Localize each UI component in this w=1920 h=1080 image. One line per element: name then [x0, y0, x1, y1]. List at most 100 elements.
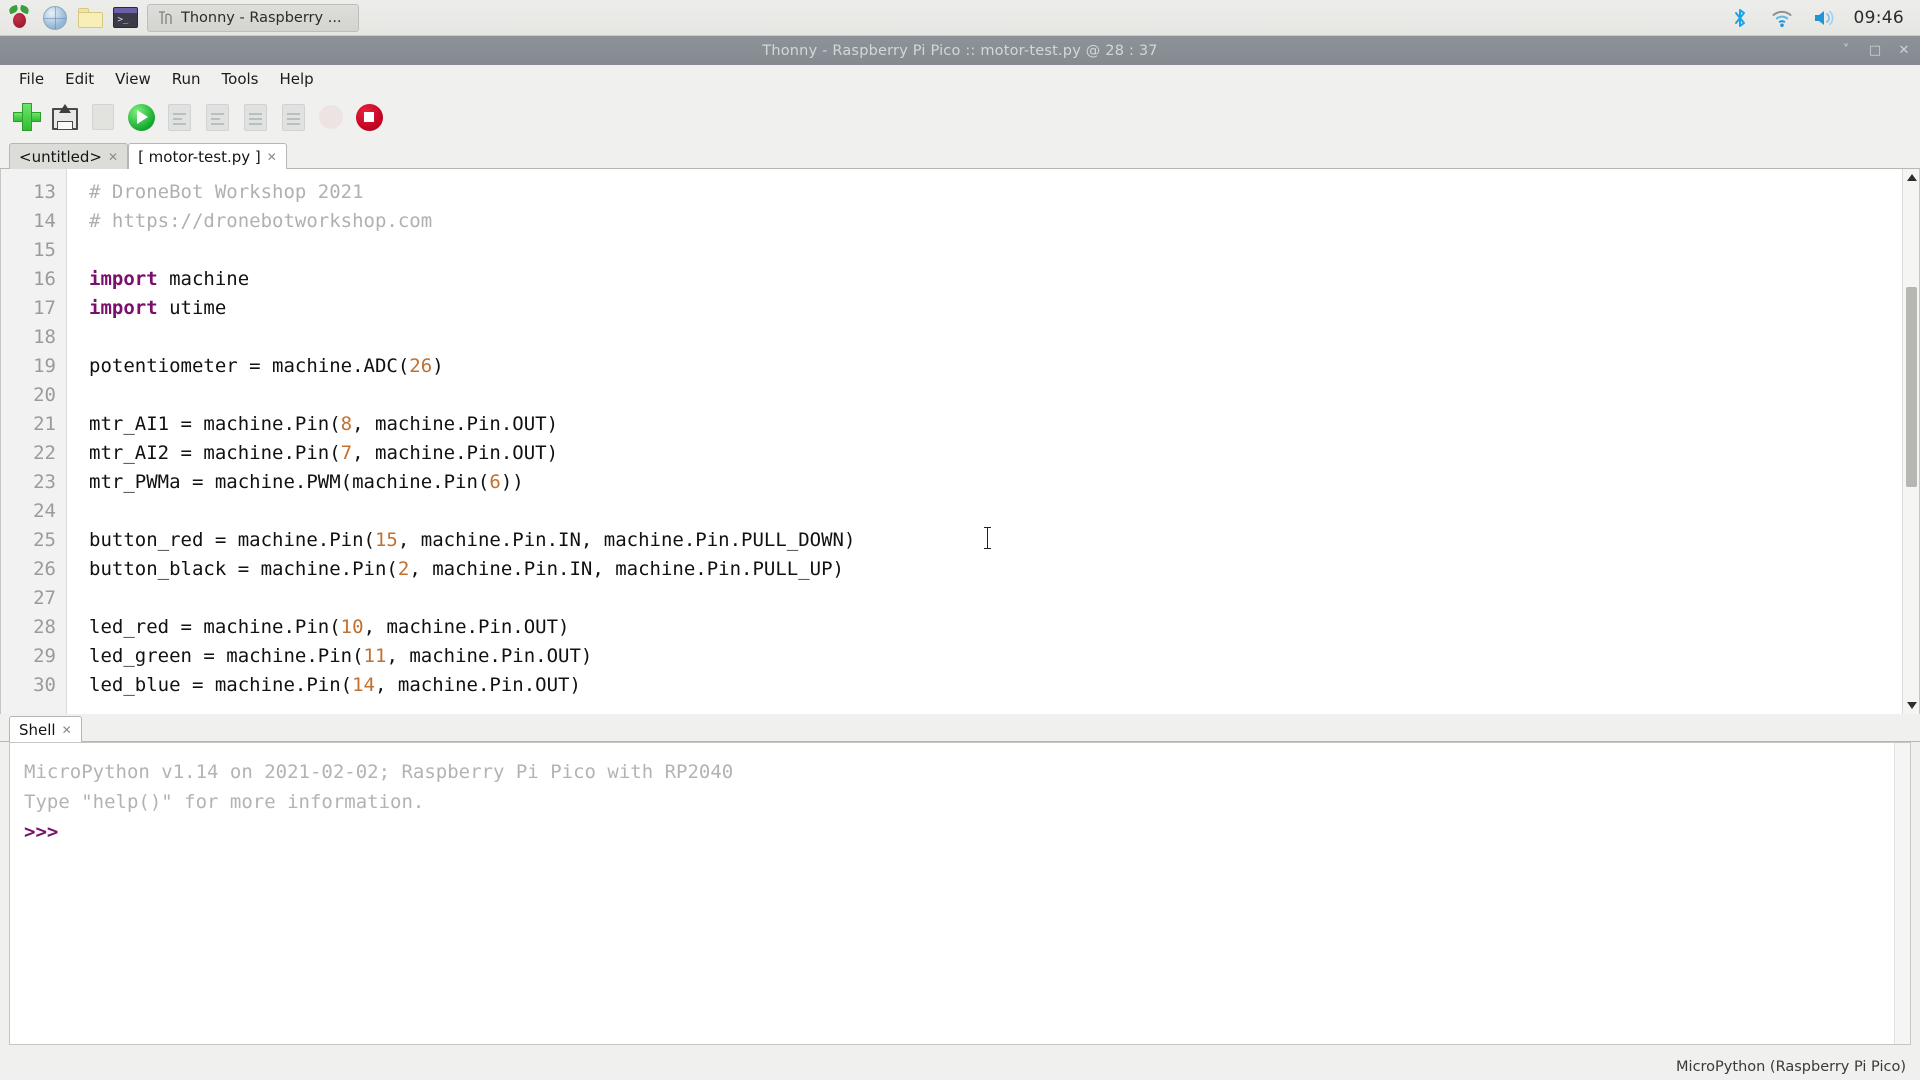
- tab-shell-close-icon[interactable]: ✕: [62, 723, 72, 737]
- load-disk-icon: [52, 104, 78, 130]
- resume-icon: [319, 105, 343, 129]
- menu-file[interactable]: File: [10, 67, 53, 91]
- taskbar-clock[interactable]: 09:46: [1854, 8, 1905, 28]
- line-number: 25: [33, 529, 56, 551]
- step-over-button[interactable]: [198, 98, 236, 136]
- tab-shell-label: Shell: [19, 720, 56, 739]
- code-line: button_black = machine.Pin(2, machine.Pi…: [89, 558, 844, 580]
- line-number: 26: [33, 558, 56, 580]
- code-line: import utime: [89, 297, 227, 319]
- play-icon: [127, 103, 155, 131]
- resume-button[interactable]: [312, 98, 350, 136]
- terminal-icon[interactable]: >_: [111, 4, 139, 32]
- taskbar-window-label: Thonny - Raspberry ...: [181, 9, 342, 26]
- window-title: Thonny - Raspberry Pi Pico :: motor-test…: [762, 42, 1158, 59]
- code-line: led_red = machine.Pin(10, machine.Pin.OU…: [89, 616, 570, 638]
- tab-untitled-close-icon[interactable]: ✕: [108, 150, 118, 164]
- scroll-up-arrow-icon[interactable]: [1903, 169, 1919, 186]
- code-line: import machine: [89, 268, 250, 290]
- code-line: mtr_PWMa = machine.PWM(machine.Pin(6)): [89, 471, 524, 493]
- scroll-down-arrow-icon[interactable]: [1903, 697, 1919, 714]
- line-number: 13: [33, 181, 56, 203]
- code-line: button_red = machine.Pin(15, machine.Pin…: [89, 529, 856, 551]
- volume-icon[interactable]: [1812, 6, 1836, 30]
- code-line: mtr_AI1 = machine.Pin(8, machine.Pin.OUT…: [89, 413, 559, 435]
- code-text-area[interactable]: # DroneBot Workshop 2021 # https://droneb…: [67, 169, 1919, 714]
- save-icon: [92, 104, 114, 130]
- step-over-icon: [205, 103, 229, 131]
- wifi-icon[interactable]: [1770, 6, 1794, 30]
- taskbar-launchers: >_: [0, 4, 139, 32]
- menu-edit[interactable]: Edit: [56, 67, 103, 91]
- line-number: 23: [33, 471, 56, 493]
- open-file-button[interactable]: [46, 98, 84, 136]
- stop-button[interactable]: [350, 98, 388, 136]
- statusbar: MicroPython (Raspberry Pi Pico): [0, 1054, 1920, 1080]
- editor-tabbar: <untitled> ✕ [ motor-test.py ] ✕: [0, 141, 1920, 169]
- line-number: 20: [33, 384, 56, 406]
- shell-lines: MicroPython v1.14 on 2021-02-02; Raspber…: [24, 757, 1910, 847]
- maximize-icon[interactable]: □: [1867, 43, 1883, 59]
- line-number: 21: [33, 413, 56, 435]
- tab-shell[interactable]: Shell ✕: [9, 716, 82, 742]
- line-number-gutter: 13 14 15 16 17 18 19 20 21 22 23 24 25 26 27 28 29 30: [1, 169, 67, 714]
- tab-untitled[interactable]: <untitled> ✕: [9, 143, 129, 169]
- code-line: # https://dronebotworkshop.com: [89, 210, 433, 232]
- shell-line: >>>: [24, 821, 59, 843]
- menu-help[interactable]: Help: [271, 67, 323, 91]
- menu-run[interactable]: Run: [163, 67, 210, 91]
- shell-output[interactable]: MicroPython v1.14 on 2021-02-02; Raspber…: [9, 742, 1911, 1045]
- step-out-icon: [281, 103, 305, 131]
- shell-pane: Shell ✕ MicroPython v1.14 on 2021-02-02;…: [0, 714, 1920, 1054]
- tab-motor-test-close-icon[interactable]: ✕: [267, 150, 277, 164]
- editor-vertical-scrollbar[interactable]: [1902, 169, 1919, 714]
- tab-untitled-label: <untitled>: [19, 147, 102, 166]
- line-number: 22: [33, 442, 56, 464]
- line-number: 14: [33, 210, 56, 232]
- step-out-button[interactable]: [274, 98, 312, 136]
- run-button[interactable]: [122, 98, 160, 136]
- close-icon[interactable]: ✕: [1896, 43, 1912, 59]
- minimize-icon[interactable]: ˅: [1838, 43, 1854, 59]
- interpreter-status: MicroPython (Raspberry Pi Pico): [1676, 1059, 1906, 1075]
- line-number: 19: [33, 355, 56, 377]
- line-number: 29: [33, 645, 56, 667]
- shell-line: MicroPython v1.14 on 2021-02-02; Raspber…: [24, 761, 734, 783]
- step-into-button[interactable]: [236, 98, 274, 136]
- code-editor[interactable]: 13 14 15 16 17 18 19 20 21 22 23 24 25 26 27 28 29 30 # D…: [0, 169, 1920, 714]
- code-line: # DroneBot Workshop 2021: [89, 181, 364, 203]
- menubar: File Edit View Run Tools Help: [0, 65, 1920, 93]
- text-cursor: [984, 527, 991, 549]
- menu-view[interactable]: View: [106, 67, 160, 91]
- web-browser-icon[interactable]: [41, 4, 69, 32]
- code-line: mtr_AI2 = machine.Pin(7, machine.Pin.OUT…: [89, 442, 559, 464]
- raspberry-pi-menu-icon[interactable]: [6, 4, 34, 32]
- file-manager-icon[interactable]: [76, 4, 104, 32]
- bluetooth-icon[interactable]: [1728, 6, 1752, 30]
- editor-scrollbar-thumb[interactable]: [1906, 287, 1917, 487]
- shell-vertical-scrollbar[interactable]: [1894, 743, 1910, 1044]
- debug-button[interactable]: [160, 98, 198, 136]
- line-number: 17: [33, 297, 56, 319]
- window-controls: ˅ □ ✕: [1838, 36, 1912, 65]
- menu-tools[interactable]: Tools: [213, 67, 268, 91]
- desktop-taskbar: >_ Thonny - Raspberry ... 09:46: [0, 0, 1920, 36]
- new-file-button[interactable]: [8, 98, 46, 136]
- line-number: 16: [33, 268, 56, 290]
- toolbar: [0, 93, 1920, 141]
- code-line: potentiometer = machine.ADC(26): [89, 355, 444, 377]
- save-file-button[interactable]: [84, 98, 122, 136]
- stop-icon: [355, 103, 383, 131]
- tab-motor-test[interactable]: [ motor-test.py ] ✕: [128, 143, 287, 169]
- thonny-window: Thonny - Raspberry Pi Pico :: motor-test…: [0, 36, 1920, 1080]
- plus-icon: [13, 103, 41, 131]
- code-line: led_blue = machine.Pin(14, machine.Pin.O…: [89, 674, 581, 696]
- line-number: 28: [33, 616, 56, 638]
- taskbar-window-button-thonny[interactable]: Thonny - Raspberry ...: [147, 3, 359, 32]
- tab-motor-test-label: [ motor-test.py ]: [138, 147, 261, 166]
- shell-tabbar: Shell ✕: [0, 714, 1920, 742]
